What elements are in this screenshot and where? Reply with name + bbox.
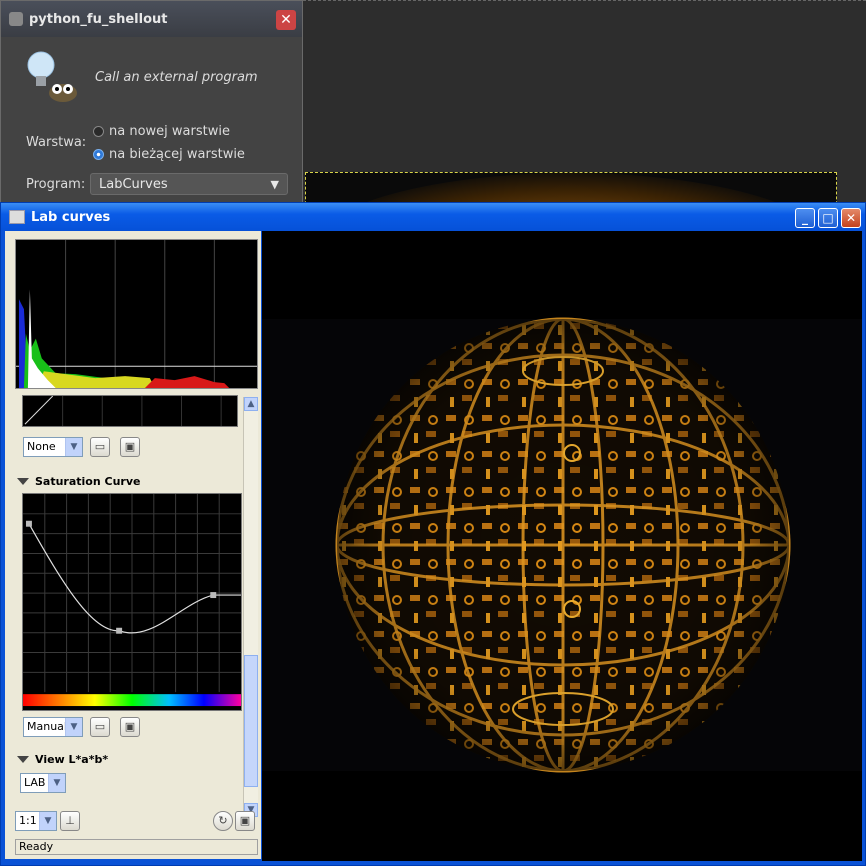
chevron-down-icon: ▼ <box>270 178 279 191</box>
scroll-up-icon[interactable]: ▲ <box>244 397 258 411</box>
app-icon <box>9 210 25 224</box>
saturation-section-title: Saturation Curve <box>35 475 141 488</box>
save-button[interactable]: ▣ <box>120 437 140 457</box>
image-preview[interactable] <box>262 231 862 861</box>
saturation-mode-select[interactable]: Manual ▼ <box>23 717 83 737</box>
chevron-down-icon: ▼ <box>65 718 82 736</box>
save-button[interactable]: ▣ <box>120 717 140 737</box>
pin-icon: ⊥ <box>65 814 75 827</box>
maximize-button[interactable]: □ <box>818 208 838 228</box>
folder-icon: ▭ <box>94 440 106 453</box>
floppy-disk-icon: ▣ <box>124 720 136 733</box>
chevron-down-icon: ▼ <box>65 438 82 456</box>
zoom-select[interactable]: 1:1 ▼ <box>15 811 57 831</box>
saturation-section-header[interactable]: Saturation Curve <box>17 475 141 488</box>
gimp-icon <box>9 12 23 26</box>
program-label: Program: <box>26 177 86 192</box>
chevron-down-icon: ▼ <box>39 812 56 830</box>
zoom-value: 1:1 <box>19 814 37 827</box>
floppy-disk-icon: ▣ <box>124 440 136 453</box>
open-folder-button[interactable]: ▭ <box>90 437 110 457</box>
saturation-mode-value: Manual <box>27 720 67 733</box>
refresh-icon: ↻ <box>218 814 228 827</box>
save-image-button[interactable]: ▣ <box>235 811 255 831</box>
view-lab-section-header[interactable]: View L*a*b* <box>17 753 108 766</box>
saturation-curve-editor[interactable] <box>22 493 242 711</box>
radio-new-layer-label: na nowej warstwie <box>109 124 230 139</box>
plugin-description: Call an external program <box>95 70 258 85</box>
controls-panel: ▲ ▼ None ▼ ▭ ▣ Saturation Curve Manual ▼… <box>5 231 261 859</box>
view-mode-value: LAB <box>24 776 46 789</box>
status-bar: Ready <box>15 839 258 855</box>
plugin-dialog-titlebar[interactable]: python_fu_shellout <box>1 1 302 37</box>
folder-icon: ▭ <box>94 720 106 733</box>
globe-image <box>262 317 862 773</box>
plugin-dialog-close-button[interactable]: ✕ <box>276 10 296 30</box>
panel-scrollbar[interactable]: ▲ ▼ <box>243 397 258 817</box>
expander-triangle-icon <box>17 478 29 485</box>
view-lab-section-title: View L*a*b* <box>35 753 109 766</box>
plugin-dialog-title: python_fu_shellout <box>29 11 168 27</box>
plugin-dialog: python_fu_shellout ✕ Call an external pr… <box>0 0 303 205</box>
open-folder-button[interactable]: ▭ <box>90 717 110 737</box>
scroll-thumb[interactable] <box>244 655 258 787</box>
curve-preset-value: None <box>27 440 56 453</box>
radio-current-layer-label: na bieżącej warstwie <box>109 147 245 162</box>
refresh-button[interactable]: ↻ <box>213 811 233 831</box>
histogram <box>15 239 258 389</box>
lightbulb-wilber-icon <box>27 51 77 102</box>
close-button[interactable]: ✕ <box>841 208 861 228</box>
minimize-button[interactable]: _ <box>795 208 815 228</box>
lab-curves-window: Lab curves _ □ ✕ ▲ ▼ None ▼ ▭ ▣ Saturati… <box>0 202 866 866</box>
expander-triangle-icon <box>17 756 29 763</box>
chevron-down-icon: ▼ <box>48 774 65 792</box>
radio-new-layer-indicator <box>93 126 104 137</box>
radio-current-layer[interactable]: na bieżącej warstwie <box>93 147 245 162</box>
radio-new-layer[interactable]: na nowej warstwie <box>93 124 230 139</box>
radio-current-layer-indicator <box>93 149 104 160</box>
curve-preset-select[interactable]: None ▼ <box>23 437 83 457</box>
program-select-value: LabCurves <box>99 177 168 192</box>
lab-curves-titlebar[interactable]: Lab curves <box>1 203 865 231</box>
lightness-curve-preview[interactable] <box>22 395 238 427</box>
view-mode-select[interactable]: LAB ▼ <box>20 773 66 793</box>
program-select[interactable]: LabCurves ▼ <box>90 173 288 195</box>
plugin-dialog-body: Call an external program Warstwa: na now… <box>1 37 302 204</box>
layer-label: Warstwa: <box>26 135 87 150</box>
lab-curves-title: Lab curves <box>31 209 111 225</box>
pin-button[interactable]: ⊥ <box>60 811 80 831</box>
floppy-disk-icon: ▣ <box>239 814 251 827</box>
